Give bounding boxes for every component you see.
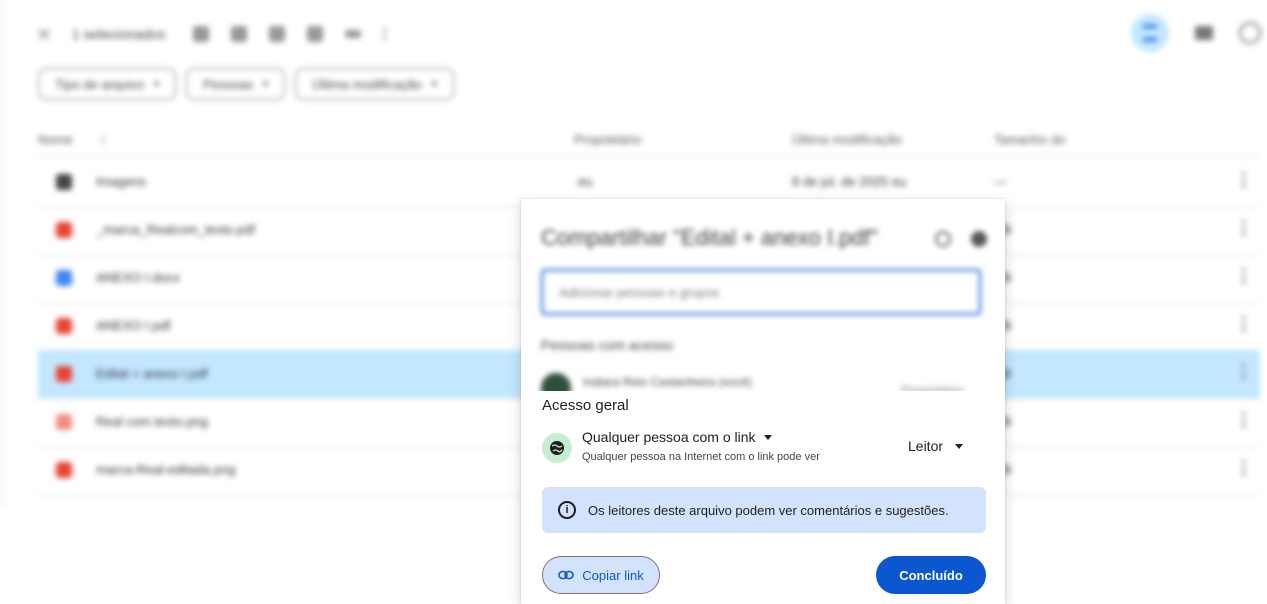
folder-icon bbox=[56, 174, 72, 190]
file-owner: eu bbox=[578, 174, 593, 189]
column-modified[interactable]: Última modificação bbox=[792, 132, 902, 147]
dialog-upper-section: Compartilhar "Edital + anexo I.pdf" Adic… bbox=[521, 199, 1005, 403]
more-icon[interactable] bbox=[1242, 316, 1248, 332]
dialog-title: Compartilhar "Edital + anexo I.pdf" bbox=[541, 225, 878, 250]
info-banner-text: Os leitores deste arquivo podem ver come… bbox=[588, 502, 949, 518]
access-mode-dropdown[interactable]: Qualquer pessoa com o link bbox=[582, 429, 772, 445]
file-name: marca-Real-editada.png bbox=[96, 462, 236, 477]
general-access-title: Acesso geral bbox=[542, 397, 629, 414]
sort-arrow-icon[interactable]: ↑ bbox=[100, 132, 107, 147]
file-name: Real com texto.png bbox=[96, 414, 209, 429]
chip-label: Tipo de arquivo bbox=[55, 76, 145, 92]
file-icon bbox=[56, 270, 72, 286]
settings-icon[interactable] bbox=[971, 231, 987, 247]
done-button[interactable]: Concluído bbox=[876, 556, 986, 594]
copy-link-label: Copiar link bbox=[582, 567, 644, 583]
access-description: Qualquer pessoa na Internet com o link p… bbox=[582, 451, 820, 463]
info-icon: i bbox=[558, 501, 576, 519]
add-person-icon[interactable] bbox=[193, 26, 210, 42]
file-icon bbox=[56, 222, 72, 238]
file-icon bbox=[56, 318, 72, 334]
column-owner[interactable]: Proprietário bbox=[574, 132, 641, 147]
file-modified: 8 de jul. de 2025 eu bbox=[792, 174, 907, 189]
access-role-dropdown[interactable]: Leitor bbox=[908, 438, 964, 454]
more-icon[interactable] bbox=[1242, 172, 1248, 188]
owner-name: Indiara Reis Castanheira (você) bbox=[583, 375, 752, 389]
column-size[interactable]: Tamanho do bbox=[994, 132, 1066, 147]
people-with-access-title: Pessoas com acesso bbox=[541, 337, 674, 353]
more-icon[interactable] bbox=[383, 26, 390, 42]
chip-label: Pessoas bbox=[203, 76, 254, 92]
more-icon[interactable] bbox=[1242, 412, 1248, 428]
help-icon[interactable] bbox=[935, 231, 951, 247]
file-name: Edital + anexo I.pdf bbox=[96, 366, 208, 381]
grid-icon[interactable] bbox=[1195, 26, 1213, 40]
globe-icon bbox=[542, 433, 572, 463]
selection-toolbar: 1 selecionados bbox=[38, 20, 390, 48]
file-name: ANEXO I.docx bbox=[96, 270, 180, 285]
more-icon[interactable] bbox=[1242, 268, 1248, 284]
more-icon[interactable] bbox=[1242, 460, 1248, 476]
add-people-placeholder: Adicionar pessoas e grupos bbox=[559, 284, 720, 300]
filter-icon[interactable] bbox=[1131, 14, 1169, 52]
chevron-down-icon: ▾ bbox=[154, 78, 160, 90]
dropdown-arrow-icon bbox=[955, 443, 964, 449]
link-icon bbox=[558, 570, 575, 580]
filter-chip-people[interactable]: Pessoas ▾ bbox=[186, 68, 286, 100]
more-icon[interactable] bbox=[1242, 220, 1248, 236]
close-icon[interactable] bbox=[38, 28, 50, 40]
link-icon[interactable] bbox=[345, 30, 362, 38]
chevron-down-icon: ▾ bbox=[431, 78, 437, 90]
add-people-input[interactable]: Adicionar pessoas e grupos bbox=[541, 269, 981, 315]
view-controls bbox=[1131, 14, 1261, 52]
more-icon[interactable] bbox=[1242, 364, 1248, 380]
file-icon bbox=[56, 462, 72, 478]
access-mode-label: Qualquer pessoa com o link bbox=[582, 429, 756, 445]
column-name[interactable]: Nome bbox=[38, 132, 73, 147]
share-dialog: Compartilhar "Edital + anexo I.pdf" Adic… bbox=[521, 199, 1005, 604]
move-icon[interactable] bbox=[269, 26, 286, 42]
file-name: Imagens bbox=[96, 174, 146, 189]
table-header: Nome ↑ Proprietário Última modificação T… bbox=[38, 124, 1260, 157]
access-role-label: Leitor bbox=[908, 438, 944, 454]
selection-count: 1 selecionados bbox=[72, 26, 166, 42]
filter-chip-type[interactable]: Tipo de arquivo ▾ bbox=[38, 68, 177, 100]
file-size: — bbox=[994, 174, 1007, 189]
trash-icon[interactable] bbox=[307, 26, 324, 42]
copy-link-button[interactable]: Copiar link bbox=[542, 556, 660, 594]
filter-chips: Tipo de arquivo ▾ Pessoas ▾ Última modific… bbox=[38, 68, 454, 100]
download-icon[interactable] bbox=[231, 26, 248, 42]
file-icon bbox=[56, 414, 72, 430]
info-banner: i Os leitores deste arquivo podem ver co… bbox=[542, 487, 986, 533]
chip-label: Última modificação bbox=[312, 76, 422, 92]
chevron-down-icon: ▾ bbox=[263, 78, 269, 90]
info-icon[interactable] bbox=[1239, 22, 1261, 44]
file-name: ANEXO I.pdf bbox=[96, 318, 171, 333]
file-icon bbox=[56, 366, 72, 382]
filter-chip-modified[interactable]: Última modificação ▾ bbox=[295, 68, 454, 100]
done-label: Concluído bbox=[899, 567, 963, 583]
dropdown-arrow-icon bbox=[763, 434, 772, 440]
file-name: _marca_Realcom_texto.pdf bbox=[96, 222, 255, 237]
